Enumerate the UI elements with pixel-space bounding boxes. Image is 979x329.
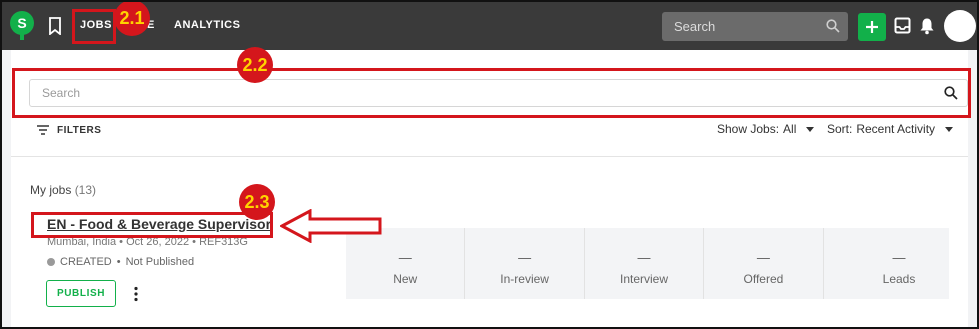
stage-interview[interactable]: — Interview [585,228,705,299]
show-jobs-label: Show Jobs: [717,122,780,136]
annotation-badge: 2.1 [114,2,150,36]
annotation-badge: 2.2 [237,47,273,83]
add-button[interactable] [858,13,886,41]
stage-label: In-review [500,272,549,286]
job-status: CREATED • Not Published [47,256,194,268]
my-jobs-count: (13) [74,183,97,197]
stage-in-review[interactable]: — In-review [465,228,585,299]
show-jobs-dropdown[interactable]: Show Jobs: All [717,122,815,136]
filter-icon [37,125,49,135]
top-search-box [662,12,848,41]
sort-value: Recent Activity [856,122,936,136]
avatar[interactable] [944,10,976,42]
status-dot-icon [47,258,55,266]
publish-button[interactable]: PUBLISH [46,280,116,307]
plus-icon [866,21,878,33]
app-window: S JOBS PLE ANALYTICS [0,0,979,329]
chevron-down-icon [806,127,815,132]
annotation-box-search [12,68,971,118]
stage-label: Interview [620,272,669,286]
my-jobs-heading: My jobs (13) [30,183,96,197]
svg-text:S: S [17,15,26,31]
search-icon[interactable] [826,19,840,33]
arrow-icon [280,209,382,243]
annotation-box-job-title [31,212,273,238]
annotation-box-jobs [72,9,116,44]
sort-label: Sort: [827,122,853,136]
sort-dropdown[interactable]: Sort: Recent Activity [827,122,954,136]
annotation-badge: 2.3 [239,184,275,220]
show-jobs-value: All [783,122,797,136]
stage-label: New [393,272,418,286]
chevron-down-icon [945,127,954,132]
top-search-input[interactable] [662,12,822,41]
divider [11,156,968,157]
bell-icon[interactable] [919,17,935,35]
status-badge: CREATED [60,256,112,268]
filters-label: FILTERS [57,124,102,136]
s-logo-icon[interactable]: S [10,11,34,41]
kebab-menu-icon[interactable] [133,286,139,302]
stage-value: — [398,250,412,265]
publish-state: Not Published [125,256,195,268]
top-nav-bar: S JOBS PLE ANALYTICS [2,2,977,50]
stage-value: — [756,250,770,265]
stage-leads[interactable]: — Leads [849,228,949,299]
nav-analytics[interactable]: ANALYTICS [174,19,240,31]
my-jobs-label: My jobs [30,183,72,197]
inbox-icon[interactable] [894,17,911,34]
stage-value: — [518,250,532,265]
leads-label: Leads [882,272,916,286]
stage-value: — [637,250,651,265]
filters-button[interactable]: FILTERS [37,123,101,137]
stage-offered[interactable]: — Offered [704,228,824,299]
stage-label: Offered [743,272,784,286]
leads-value: — [892,250,906,265]
bookmark-icon[interactable] [47,17,63,35]
